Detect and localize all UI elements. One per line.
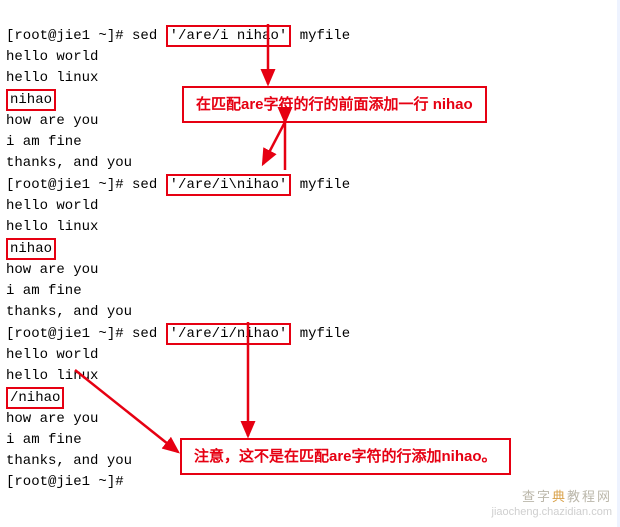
output-line: how are you — [6, 262, 98, 278]
cmd: sed — [132, 28, 157, 44]
output-line: thanks, and you — [6, 453, 132, 469]
output-line: hello linux — [6, 368, 98, 384]
terminal-output: [root@jie1 ~]# sed '/are/i nihao' myfile… — [0, 0, 620, 497]
output-line: how are you — [6, 113, 98, 129]
file-arg: myfile — [300, 326, 350, 342]
cmd: sed — [132, 177, 157, 193]
cmd: sed — [132, 326, 157, 342]
file-arg: myfile — [300, 28, 350, 44]
output-line: i am fine — [6, 283, 82, 299]
output-line: i am fine — [6, 432, 82, 448]
sed-arg-2: '/are/i\nihao' — [166, 174, 292, 196]
prompt: [root@jie1 ~]# — [6, 326, 124, 342]
output-line: hello world — [6, 347, 98, 363]
output-nihao-1: nihao — [6, 89, 56, 111]
output-nihao-2: nihao — [6, 238, 56, 260]
prompt: [root@jie1 ~]# — [6, 177, 124, 193]
sed-arg-3: '/are/i/nihao' — [166, 323, 292, 345]
prompt: [root@jie1 ~]# — [6, 28, 124, 44]
annotation-2: 注意，这不是在匹配are字符的行添加nihao。 — [180, 438, 511, 475]
output-line: hello world — [6, 49, 98, 65]
output-slash-nihao: /nihao — [6, 387, 64, 409]
output-line: i am fine — [6, 134, 82, 150]
output-line: how are you — [6, 411, 98, 427]
output-line: hello linux — [6, 70, 98, 86]
output-line: thanks, and you — [6, 155, 132, 171]
watermark-en: jiaocheng.chazidian.com — [492, 502, 612, 523]
output-line: thanks, and you — [6, 304, 132, 320]
sed-arg-1: '/are/i nihao' — [166, 25, 292, 47]
output-line: hello linux — [6, 219, 98, 235]
file-arg: myfile — [300, 177, 350, 193]
annotation-1: 在匹配are字符的行的前面添加一行 nihao — [182, 86, 487, 123]
prompt: [root@jie1 ~]# — [6, 474, 124, 490]
output-line: hello world — [6, 198, 98, 214]
